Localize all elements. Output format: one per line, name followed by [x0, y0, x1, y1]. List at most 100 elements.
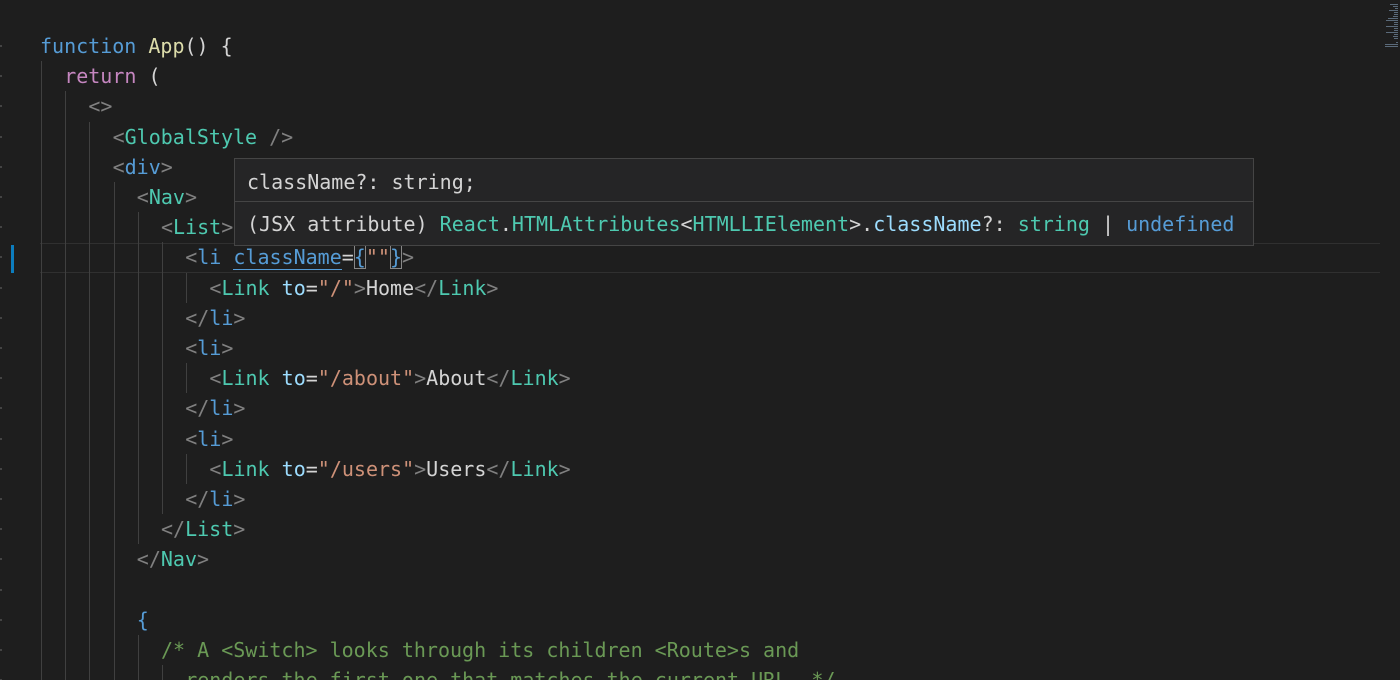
code-token: <: [209, 366, 222, 391]
indent-guide: [162, 665, 163, 680]
minimap-line: [1394, 22, 1398, 23]
minimap-line: [1385, 44, 1398, 45]
code-token: <: [185, 426, 198, 451]
code-token: {: [136, 607, 149, 632]
hover-token: className: [873, 212, 982, 236]
code-token: >: [233, 487, 246, 511]
code-token: About: [426, 366, 487, 391]
code-line: <>: [88, 91, 112, 121]
code-token: div: [124, 154, 161, 179]
code-line: <Link to="/about">About</Link>: [209, 363, 570, 393]
minimap-line: [1394, 38, 1398, 39]
code-token: Users: [426, 456, 487, 481]
hover-token: HTMLAttributes: [511, 212, 681, 236]
code-token: li: [197, 336, 222, 360]
code-token: =: [305, 275, 318, 300]
hover-token: >.: [849, 212, 874, 236]
code-token: Home: [365, 275, 415, 300]
minimap-line: [1386, 26, 1398, 27]
minimap-line: [1395, 8, 1398, 9]
minimap-line: [1393, 6, 1398, 7]
minimap-line: [1390, 4, 1398, 5]
code-token: {: [353, 245, 366, 270]
hover-token: React: [439, 212, 500, 236]
indent-guide: [162, 242, 163, 515]
code-line: {: [137, 605, 149, 635]
code-token: to: [281, 275, 306, 300]
code-line: <GlobalStyle />: [113, 122, 294, 152]
indent-guide: [137, 212, 139, 545]
indent-guide: [65, 91, 67, 680]
code-token: to: [281, 456, 306, 481]
code-line: </List>: [161, 514, 245, 544]
code-token: </: [486, 366, 511, 391]
code-token: >: [558, 366, 571, 391]
code-token: Link: [438, 275, 487, 300]
code-token: </: [185, 305, 210, 330]
code-token: <: [185, 245, 198, 270]
code-token: >: [401, 245, 415, 270]
code-token: "/": [317, 275, 354, 300]
indent-guide: [113, 182, 115, 680]
hover-token: undefined: [1126, 212, 1235, 236]
code-token: <: [136, 185, 149, 209]
code-token: Link: [510, 366, 559, 391]
code-token: >: [414, 456, 427, 481]
code-token: </: [486, 456, 511, 481]
hover-token: (JSX attribute): [247, 212, 440, 236]
code-token: <>: [88, 94, 113, 119]
code-token: () {: [184, 34, 233, 58]
minimap-line: [1393, 36, 1398, 37]
code-token: "": [365, 245, 390, 270]
code-token: <: [112, 154, 125, 179]
code-token: >: [197, 547, 210, 572]
code-token: >: [184, 185, 198, 209]
indent-guide: [137, 635, 139, 680]
code-token: GlobalStyle: [124, 124, 258, 149]
code-token: >: [353, 275, 366, 300]
code-token: Link: [221, 366, 270, 391]
code-token: li: [197, 245, 222, 270]
hover-token: |: [1089, 212, 1127, 236]
code-token: Link: [221, 275, 270, 300]
indent-guide: [186, 272, 188, 303]
minimap-line: [1393, 16, 1398, 17]
code-token: (: [136, 64, 161, 89]
code-token: Link: [510, 456, 559, 481]
minimap-line: [1394, 30, 1398, 31]
code-token: /* A <Switch> looks through its children…: [161, 638, 800, 662]
hover-token: HTMLLIElement: [692, 212, 850, 236]
code-editor[interactable]: function App() {return (<> <GlobalStyle /…: [0, 0, 1400, 680]
code-line: <Link to="/">Home</Link>: [209, 273, 498, 303]
code-token: className: [233, 245, 342, 271]
code-token: =: [305, 456, 318, 481]
code-token: >: [414, 366, 427, 391]
minimap-line: [1394, 12, 1398, 13]
code-line: <Nav>: [137, 182, 197, 212]
code-line: <li>: [185, 333, 233, 363]
code-line: <Link to="/users">Users</Link>: [209, 454, 570, 484]
hover-token: .: [499, 212, 512, 236]
code-area[interactable]: function App() {return (<> <GlobalStyle /…: [0, 0, 1380, 680]
code-token: =: [341, 245, 354, 270]
indent-guide: [186, 363, 188, 394]
code-token: "/users": [317, 456, 415, 481]
hover-detail: (JSX attribute) React.HTMLAttributes<HTM…: [247, 209, 1234, 239]
code-line: </li>: [185, 393, 245, 423]
code-token: >: [160, 154, 173, 179]
code-line: renders the first one that matches the c…: [185, 665, 835, 680]
code-token: Nav: [160, 547, 198, 572]
code-line: <List>: [161, 212, 233, 242]
code-token: to: [281, 366, 306, 391]
indent-guide: [89, 121, 91, 680]
minimap-line: [1386, 32, 1398, 33]
code-token: }: [389, 245, 402, 270]
code-line: </Nav>: [137, 544, 209, 574]
code-token: <: [112, 124, 125, 149]
hover-token: string: [1017, 212, 1090, 236]
minimap[interactable]: [1384, 0, 1400, 680]
code-token: >: [233, 517, 246, 542]
